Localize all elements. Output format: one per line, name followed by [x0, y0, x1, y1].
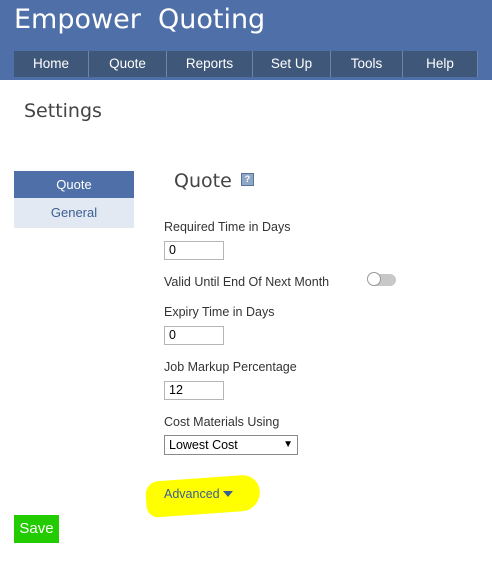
nav-set-up[interactable]: Set Up: [253, 51, 331, 77]
cost-materials-select[interactable]: Lowest Cost ▼: [164, 435, 298, 455]
job-markup-label: Job Markup Percentage: [164, 360, 297, 374]
cost-materials-value: Lowest Cost: [169, 438, 238, 452]
page-title: Settings: [24, 100, 102, 122]
nav-help[interactable]: Help: [403, 51, 478, 77]
advanced-toggle[interactable]: Advanced: [164, 487, 233, 501]
save-button[interactable]: Save: [14, 515, 59, 543]
app-title: Empower Quoting: [14, 4, 266, 35]
advanced-label: Advanced: [164, 487, 220, 501]
valid-until-label: Valid Until End Of Next Month: [164, 275, 330, 289]
cost-materials-label: Cost Materials Using: [164, 415, 280, 429]
nav-quote[interactable]: Quote: [89, 51, 167, 77]
side-nav-quote[interactable]: Quote: [14, 171, 134, 198]
toggle-knob: [367, 272, 381, 286]
valid-until-toggle[interactable]: [367, 272, 396, 286]
expiry-time-input[interactable]: 0: [164, 326, 224, 345]
required-time-input[interactable]: 0: [164, 241, 224, 260]
job-markup-input[interactable]: 12: [164, 381, 224, 400]
app-header: Empower Quoting Home Quote Reports Set U…: [0, 0, 492, 80]
required-time-label: Required Time in Days: [164, 220, 291, 234]
help-icon[interactable]: ?: [241, 173, 254, 186]
side-nav-general[interactable]: General: [14, 198, 134, 228]
nav-tools[interactable]: Tools: [331, 51, 403, 77]
expiry-time-label: Expiry Time in Days: [164, 305, 275, 319]
main-nav: Home Quote Reports Set Up Tools Help: [14, 51, 478, 77]
section-title: Quote: [174, 170, 232, 192]
settings-side-nav: Quote General: [14, 171, 134, 228]
caret-down-icon: [222, 491, 233, 497]
dropdown-arrow-icon: ▼: [283, 439, 293, 450]
nav-reports[interactable]: Reports: [167, 51, 253, 77]
nav-home[interactable]: Home: [14, 51, 89, 77]
